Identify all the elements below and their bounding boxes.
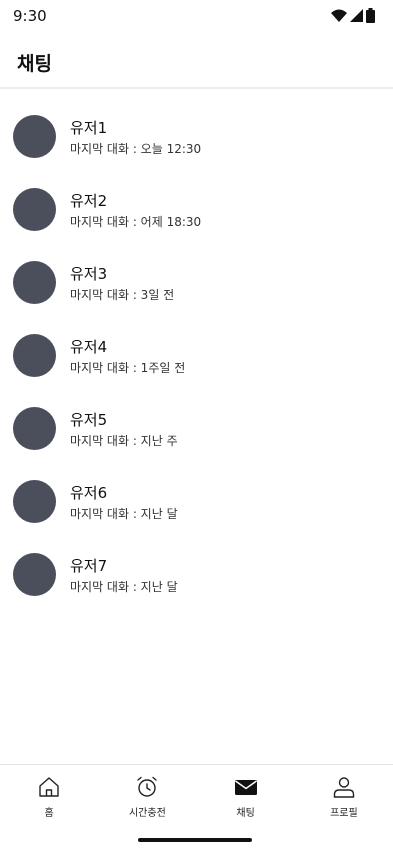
chat-user-name: 유저5: [70, 411, 108, 429]
avatar: [13, 480, 56, 523]
chat-list-item[interactable]: 유저5 마지막 대화 : 지난 주: [0, 381, 393, 454]
battery-icon: [366, 8, 375, 23]
avatar: [13, 553, 56, 596]
chat-last-message: 마지막 대화 : 어제 18:30: [70, 215, 202, 229]
chat-list-item[interactable]: 유저3 마지막 대화 : 3일 전: [0, 235, 393, 308]
avatar: [13, 115, 56, 158]
nav-label: 프로필: [330, 808, 358, 819]
chat-user-name: 유저3: [70, 265, 108, 283]
chat-last-message: 마지막 대화 : 지난 주: [70, 434, 178, 448]
status-icons: [331, 8, 375, 23]
avatar: [13, 334, 56, 377]
nav-item-time-charge[interactable]: 시간충전: [98, 765, 196, 820]
home-indicator[interactable]: [138, 838, 252, 842]
chat-last-message: 마지막 대화 : 1주일 전: [70, 361, 186, 375]
chat-last-message: 마지막 대화 : 오늘 12:30: [70, 142, 202, 156]
chat-user-name: 유저4: [70, 338, 108, 356]
nav-item-chat[interactable]: 채팅: [197, 765, 295, 820]
chat-list-item[interactable]: 유저7 마지막 대화 : 지난 달: [0, 527, 393, 600]
wifi-icon: [331, 9, 347, 22]
chat-last-message: 마지막 대화 : 지난 달: [70, 580, 178, 594]
cellular-signal-icon: [350, 9, 363, 22]
chat-list-item[interactable]: 유저6 마지막 대화 : 지난 달: [0, 454, 393, 527]
chat-list-item[interactable]: 유저2 마지막 대화 : 어제 18:30: [0, 162, 393, 235]
status-time: 9:30: [13, 7, 47, 25]
user-icon: [333, 777, 355, 798]
alarm-clock-icon: [137, 776, 158, 797]
avatar: [13, 188, 56, 231]
chat-user-name: 유저2: [70, 192, 108, 210]
chat-user-name: 유저1: [70, 119, 108, 137]
chat-user-name: 유저7: [70, 557, 108, 575]
avatar: [13, 261, 56, 304]
nav-item-home[interactable]: 홈: [0, 765, 98, 820]
avatar: [13, 407, 56, 450]
home-icon: [39, 777, 59, 797]
nav-label: 시간충전: [128, 808, 166, 819]
app-header: 채팅: [0, 32, 393, 89]
mail-icon: [234, 780, 257, 795]
chat-list-item[interactable]: 유저1 마지막 대화 : 오늘 12:30: [0, 89, 393, 162]
status-bar: 9:30: [0, 0, 393, 32]
nav-label: 채팅: [236, 808, 255, 819]
nav-label: 홈: [44, 808, 54, 819]
chat-list-item[interactable]: 유저4 마지막 대화 : 1주일 전: [0, 308, 393, 381]
chat-last-message: 마지막 대화 : 지난 달: [70, 507, 178, 521]
page-title: 채팅: [17, 53, 52, 75]
chat-last-message: 마지막 대화 : 3일 전: [70, 288, 175, 302]
chat-user-name: 유저6: [70, 484, 108, 502]
bottom-nav: 홈 시간충전 채팅 프로필: [0, 764, 393, 820]
nav-item-profile[interactable]: 프로필: [295, 765, 393, 820]
